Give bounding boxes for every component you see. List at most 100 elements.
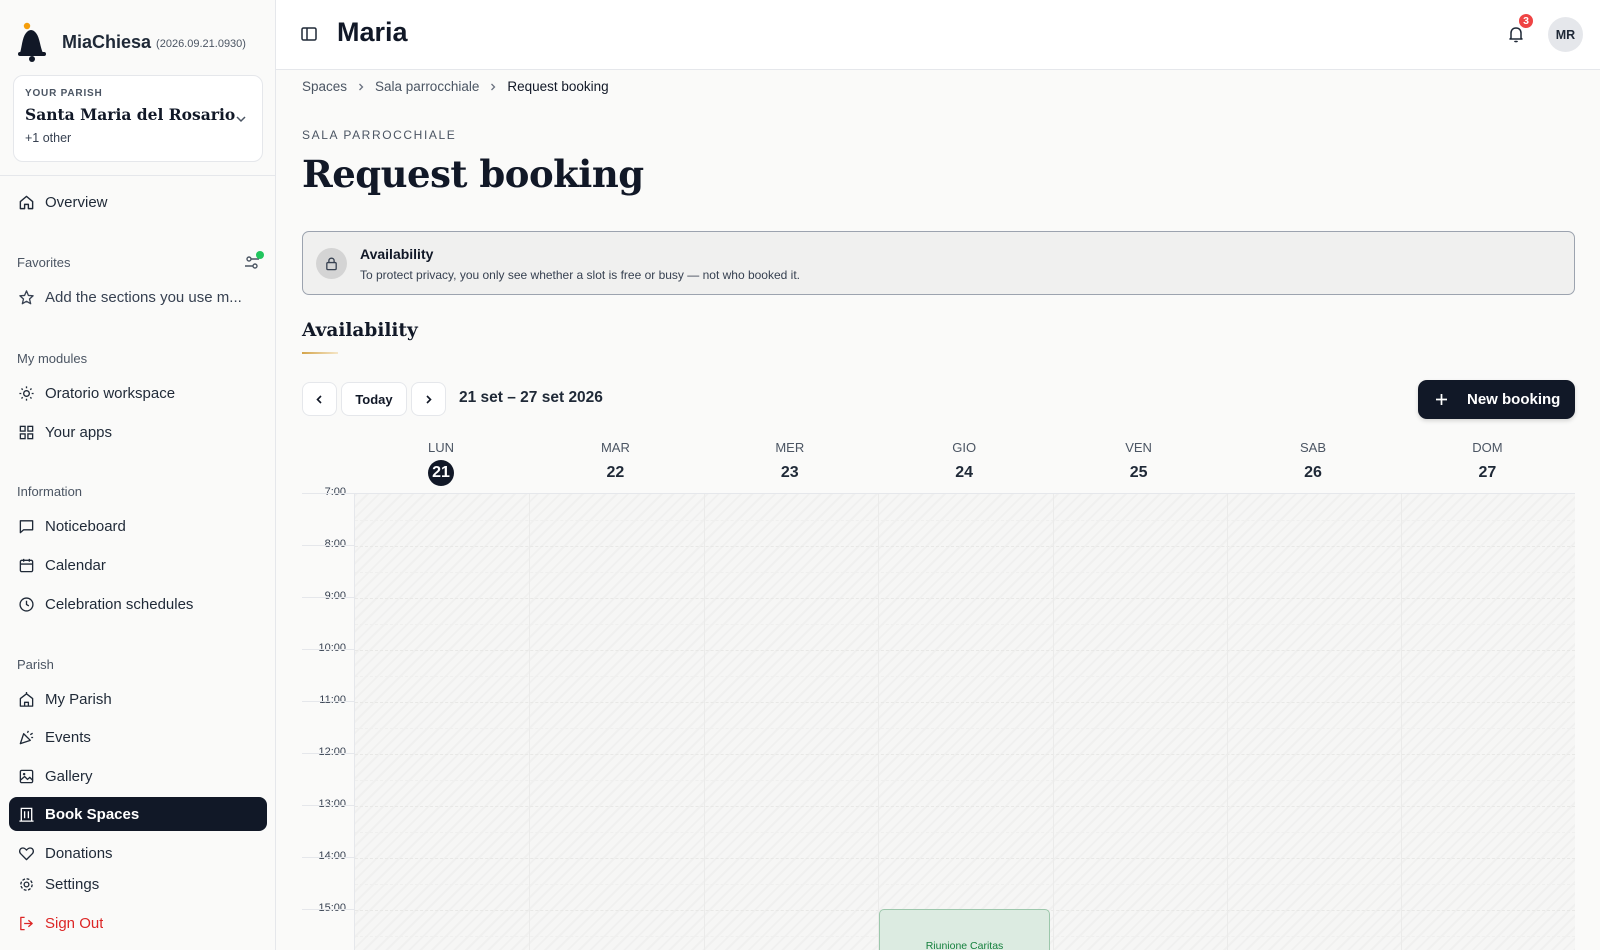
chevron-right-icon [491, 83, 496, 90]
prev-week-button[interactable] [302, 382, 337, 416]
image-icon [19, 769, 34, 783]
parish-label: Parish [17, 657, 54, 672]
grid-icon [19, 425, 34, 439]
sidebar-item-my-parish[interactable]: My Parish [9, 682, 267, 716]
breadcrumb-sala-parrocchiale[interactable]: Sala parrocchiale [375, 79, 479, 94]
chevron-right-icon [359, 83, 364, 90]
modules-label: My modules [17, 351, 88, 366]
sidebar-item-events[interactable]: Events [9, 720, 267, 754]
time-tick [302, 545, 354, 546]
time-label: 14:00 [318, 850, 346, 862]
half-hour-gridline [355, 728, 1575, 729]
next-week-button[interactable] [411, 382, 446, 416]
day-header-mar: MAR 22 [528, 440, 702, 486]
sidebar-item-label: Events [45, 728, 91, 746]
new-booking-button[interactable]: New booking [1418, 380, 1575, 419]
sidebar-item-label: Your apps [45, 423, 113, 441]
day-name: MAR [600, 440, 630, 455]
sidebar-item-label: Gallery [45, 767, 93, 785]
sidebar-item-add-favorites[interactable]: Add the sections you use m... [9, 280, 267, 314]
day-number[interactable]: 26 [1304, 460, 1322, 486]
day-column-divider [1227, 494, 1228, 950]
today-button[interactable]: Today [341, 382, 407, 416]
information-label: Information [17, 484, 83, 499]
clock-icon [19, 596, 34, 612]
day-column-divider [878, 494, 880, 950]
day-number[interactable]: 24 [955, 460, 973, 486]
sidebar-item-celebration-schedules[interactable]: Celebration schedules [9, 587, 267, 621]
half-hour-gridline [355, 884, 1575, 885]
day-number[interactable]: 22 [606, 460, 624, 486]
sidebar-item-label: Oratorio workspace [45, 384, 176, 402]
breadcrumb-spaces[interactable]: Spaces [302, 79, 347, 94]
day-number[interactable]: 23 [781, 460, 799, 486]
day-number[interactable]: 25 [1130, 460, 1148, 486]
favorites-status-dot [256, 251, 264, 259]
sidebar-item-calendar[interactable]: Calendar [9, 548, 267, 582]
sidebar-item-label: My Parish [45, 690, 112, 708]
day-header-sab: SAB 26 [1226, 440, 1400, 486]
busy-slot[interactable]: Riunione Caritas [879, 909, 1050, 950]
time-label: 8:00 [324, 538, 346, 550]
sidebar-item-sign-out[interactable]: Sign Out [9, 906, 267, 940]
chevron-left-icon [316, 394, 322, 404]
app-version: (2026.09.21.0930) [156, 37, 246, 50]
sidebar-item-label: Donations [45, 844, 113, 862]
sidebar-item-overview[interactable]: Overview [9, 185, 267, 219]
sidebar-item-gallery[interactable]: Gallery [9, 759, 267, 793]
half-hour-gridline [355, 676, 1575, 677]
day-header-lun: LUN 21 [354, 440, 528, 486]
day-name: DOM [1472, 440, 1503, 455]
half-hour-gridline [355, 572, 1575, 573]
day-number[interactable]: 27 [1478, 460, 1496, 486]
brand[interactable]: MiaChiesa (2026.09.21.0930) [16, 20, 246, 64]
sidebar-item-your-apps[interactable]: Your apps [9, 415, 267, 449]
message-square-icon [19, 519, 34, 533]
week-grid[interactable] [354, 493, 1575, 950]
hour-gridline [355, 858, 1575, 859]
sidebar: MiaChiesa (2026.09.21.0930) YOUR PARISH … [0, 0, 276, 950]
date-range: 21 set – 27 set 2026 [459, 389, 603, 406]
sidebar-divider [0, 175, 276, 176]
sidebar-toggle-icon[interactable] [300, 25, 318, 43]
time-tick [302, 909, 354, 910]
lock-icon [326, 257, 337, 271]
star-icon [19, 289, 34, 304]
day-header-dom: DOM 27 [1400, 440, 1574, 486]
party-popper-icon [19, 730, 34, 744]
church-icon [19, 691, 34, 707]
half-hour-gridline [355, 832, 1575, 833]
parish-switcher[interactable]: YOUR PARISH Santa Maria del Rosario +1 o… [13, 75, 263, 162]
day-column-divider [703, 494, 705, 950]
chevron-down-icon [236, 116, 246, 123]
privacy-notice: Availability To protect privacy, you onl… [302, 231, 1575, 295]
sidebar-item-oratorio-workspace[interactable]: Oratorio workspace [9, 376, 267, 410]
time-label: 12:00 [318, 746, 346, 758]
avatar[interactable]: MR [1548, 17, 1583, 52]
busy-slot-title: Riunione Caritas [925, 940, 1004, 950]
time-tick [302, 805, 354, 806]
day-number-today[interactable]: 21 [428, 460, 454, 486]
time-tick [302, 649, 354, 650]
time-tick [302, 597, 354, 598]
hour-gridline [355, 702, 1575, 703]
sidebar-item-donations[interactable]: Donations [9, 836, 267, 870]
sidebar-item-label: Book Spaces [45, 805, 140, 823]
time-label: 15:00 [318, 902, 346, 914]
day-column-divider [1401, 494, 1403, 950]
sidebar-item-noticeboard[interactable]: Noticeboard [9, 509, 267, 543]
hour-gridline [355, 546, 1575, 547]
day-name: MER [775, 440, 805, 455]
notice-icon-wrap [316, 248, 347, 279]
day-column-divider [529, 494, 531, 950]
sidebar-item-settings[interactable]: Settings [9, 867, 267, 901]
sidebar-item-book-spaces[interactable]: Book Spaces [9, 797, 267, 831]
heart-icon [19, 846, 34, 860]
top-bar: Maria 3 MR [276, 0, 1600, 70]
parish-eyebrow: YOUR PARISH [25, 88, 103, 99]
day-header-ven: VEN 25 [1052, 440, 1226, 486]
time-label: 10:00 [318, 642, 346, 654]
day-header-gio: GIO 24 [877, 440, 1051, 486]
notification-badge: 3 [1517, 12, 1535, 30]
section-title: Availability [302, 320, 418, 341]
